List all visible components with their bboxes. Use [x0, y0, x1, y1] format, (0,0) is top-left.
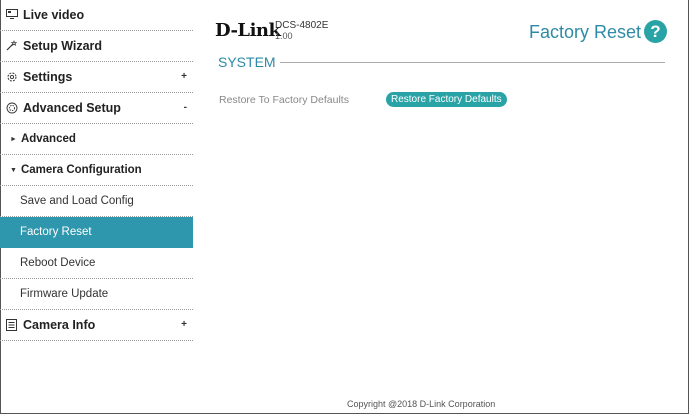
section-divider — [271, 62, 665, 63]
dlink-logo: D-Link — [215, 20, 281, 41]
wand-icon — [6, 40, 19, 52]
sidebar-item-advanced[interactable]: ► Advanced — [0, 124, 193, 155]
gear-icon — [6, 71, 19, 83]
sidebar-item-label: Firmware Update — [20, 288, 109, 300]
sidebar-item-label: Advanced — [20, 133, 76, 145]
help-icon[interactable]: ? — [644, 20, 667, 43]
sidebar-item-save-load-config[interactable]: Save and Load Config — [0, 186, 193, 217]
sidebar-item-reboot-device[interactable]: Reboot Device — [0, 248, 193, 279]
restore-factory-defaults-button[interactable]: Restore Factory Defaults — [386, 92, 507, 107]
sidebar-item-label: Settings — [23, 70, 73, 84]
sidebar-item-label: Camera Info — [23, 318, 96, 332]
advanced-gear-icon — [6, 102, 19, 114]
collapse-minus-icon[interactable]: - — [184, 102, 187, 113]
triangle-right-icon: ► — [10, 135, 17, 143]
sidebar-item-advanced-setup[interactable]: Advanced Setup - — [0, 93, 193, 124]
device-model: DCS-4802E 1.00 — [275, 20, 328, 42]
model-name: DCS-4802E — [275, 20, 329, 31]
sidebar-item-label: Setup Wizard — [23, 39, 103, 53]
copyright: Copyright @2018 D-Link Corporation — [347, 399, 496, 409]
expand-plus-icon[interactable]: + — [181, 71, 187, 82]
sidebar-item-label: Camera Configuration — [20, 164, 142, 176]
sidebar-item-label: Reboot Device — [20, 257, 96, 269]
page-title: Factory Reset — [528, 22, 641, 42]
sidebar-item-label: Advanced Setup — [23, 101, 121, 115]
firmware-version: 1.00 — [275, 31, 293, 41]
sidebar-item-label: Save and Load Config — [20, 195, 134, 207]
triangle-down-icon: ▼ — [10, 166, 17, 174]
sidebar-item-camera-configuration[interactable]: ▼ Camera Configuration — [0, 155, 193, 186]
sidebar: Live video Setup Wizard Settings + Advan… — [0, 0, 193, 413]
sidebar-item-label: Factory Reset — [20, 226, 92, 238]
restore-label: Restore To Factory Defaults — [219, 94, 349, 106]
sidebar-item-live-video[interactable]: Live video — [0, 0, 193, 31]
sidebar-item-factory-reset[interactable]: Factory Reset — [0, 217, 193, 248]
sidebar-item-settings[interactable]: Settings + — [0, 62, 193, 93]
sidebar-item-firmware-update[interactable]: Firmware Update — [0, 279, 193, 310]
monitor-icon — [6, 9, 19, 21]
sidebar-item-camera-info[interactable]: Camera Info + — [0, 310, 193, 341]
document-icon — [6, 319, 19, 331]
section-title: SYSTEM — [218, 54, 280, 70]
sidebar-item-label: Live video — [23, 8, 85, 22]
sidebar-item-setup-wizard[interactable]: Setup Wizard — [0, 31, 193, 62]
expand-plus-icon[interactable]: + — [181, 319, 187, 330]
